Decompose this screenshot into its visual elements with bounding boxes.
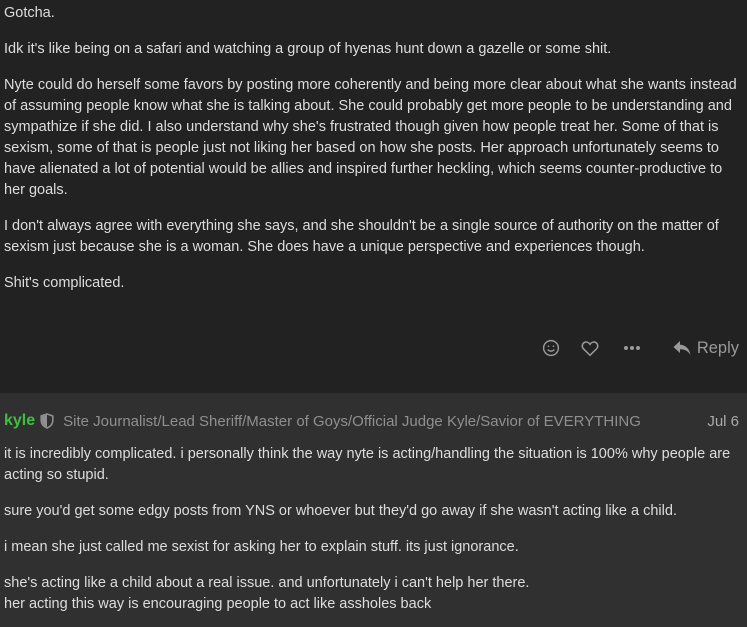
shield-icon xyxy=(40,413,54,429)
post-date[interactable]: Jul 6 xyxy=(707,413,739,430)
user-title: Site Journalist/Lead Sheriff/Master of G… xyxy=(63,412,641,430)
post-bottom: kyle Site Journalist/Lead Sheriff/Master… xyxy=(0,395,747,627)
post-paragraph: she's acting like a child about a real i… xyxy=(4,573,742,615)
post-paragraph: Gotcha. xyxy=(4,5,55,21)
post-paragraph: Nyte could do herself some favors by pos… xyxy=(4,77,737,198)
ellipsis-icon[interactable] xyxy=(622,338,642,358)
post-line: she's acting like a child about a real i… xyxy=(4,575,530,591)
post-paragraph: Shit's complicated. xyxy=(4,275,125,291)
post-paragraph: it is incredibly complicated. i personal… xyxy=(4,446,731,483)
heart-icon[interactable] xyxy=(580,338,600,358)
post-actions: Reply xyxy=(541,336,739,360)
post-body: Gotcha. Idk it's like being on a safari … xyxy=(4,3,742,309)
post-paragraph: i mean she just called me sexist for ask… xyxy=(4,539,519,555)
post-body: it is incredibly complicated. i personal… xyxy=(4,444,742,615)
post-line: her acting this way is encouraging peopl… xyxy=(4,596,432,612)
post-paragraph: I don't always agree with everything she… xyxy=(4,218,719,255)
post-paragraph: Idk it's like being on a safari and watc… xyxy=(4,41,612,57)
reply-button[interactable]: Reply xyxy=(673,339,739,358)
smiley-icon[interactable] xyxy=(541,338,561,358)
post-paragraph: sure you'd get some edgy posts from YNS … xyxy=(4,503,677,519)
reply-icon xyxy=(673,340,691,356)
reply-label: Reply xyxy=(696,338,739,357)
username[interactable]: kyle xyxy=(4,412,35,430)
post-meta: kyle Site Journalist/Lead Sheriff/Master… xyxy=(4,410,739,432)
post-top: Gotcha. Idk it's like being on a safari … xyxy=(0,0,747,393)
